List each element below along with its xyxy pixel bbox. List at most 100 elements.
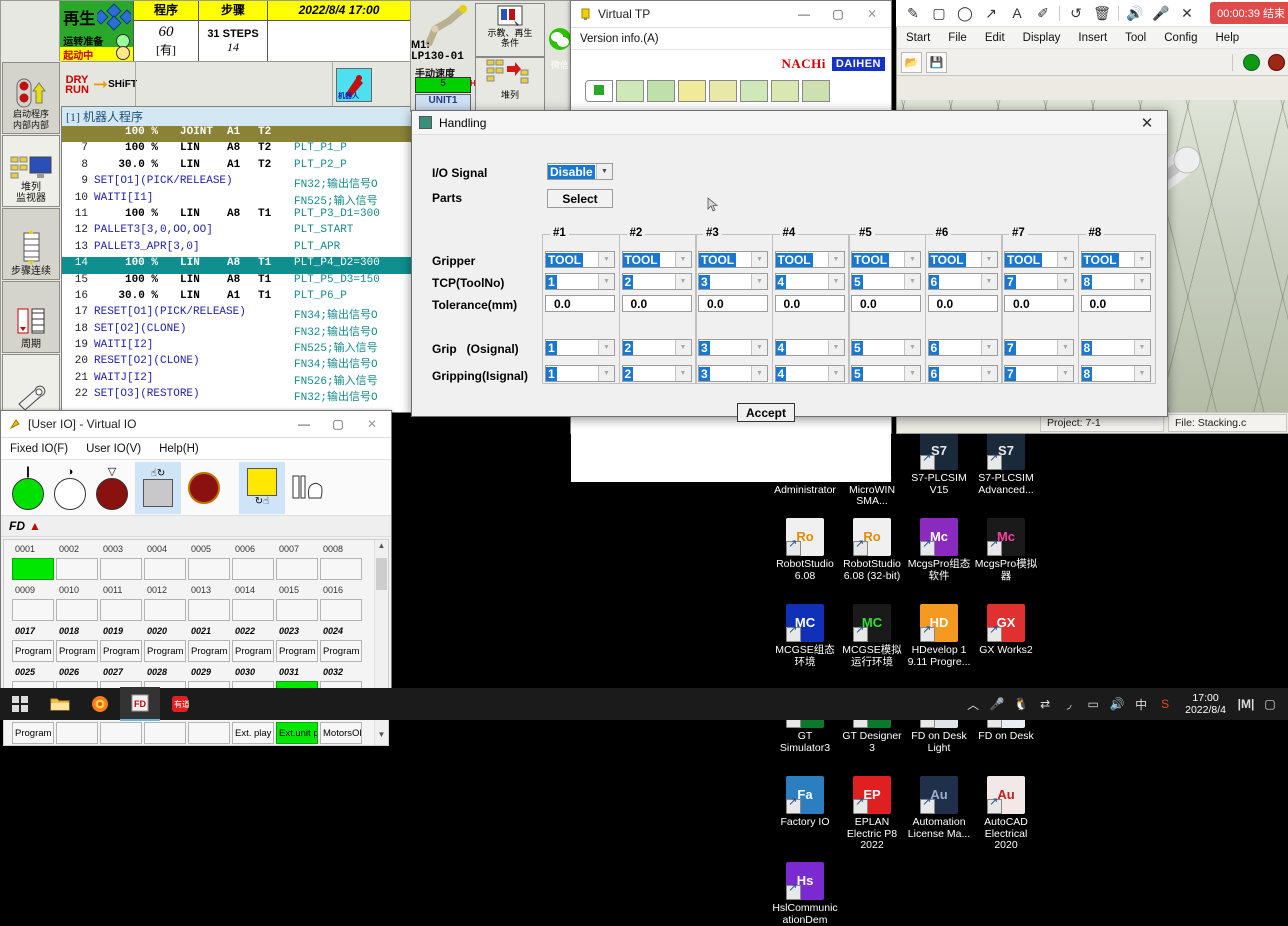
vio-maximize-button[interactable]: ▢ <box>321 412 355 437</box>
taskbar-clock[interactable]: 17:00 2022/8/4 <box>1177 692 1234 716</box>
virtual-io-titlebar[interactable]: [User IO] - Virtual IO — ▢ ✕ <box>1 411 391 438</box>
program-list[interactable]: [1] 机器人程序 100 % JOINT A1 T2 7 100 % LIN A8 T… <box>61 106 413 413</box>
menu-edit[interactable]: Edit <box>976 32 1014 44</box>
tcp-select-3[interactable]: 3 ▼ <box>698 273 768 290</box>
microphone-icon[interactable]: 🎤 <box>1148 1 1174 25</box>
shift-button[interactable]: ➞ SHiFT <box>93 62 137 107</box>
io-signal-button[interactable] <box>276 558 318 580</box>
open-folder-icon[interactable]: 📂 <box>901 51 922 73</box>
recording-timer[interactable]: 00:00:39 结束 <box>1210 2 1288 24</box>
program-row[interactable]: 8 30.0 % LIN A1 T2 PLT_P2_P <box>62 159 412 175</box>
io-signal-button[interactable] <box>100 558 142 580</box>
ellipse-icon[interactable]: ◯ <box>952 1 978 25</box>
io-signal-button[interactable] <box>144 558 186 580</box>
sogou-icon[interactable]: S <box>1153 688 1177 720</box>
io-signal-button[interactable] <box>56 722 98 744</box>
tp-unit-button[interactable]: UNIT1 <box>415 94 471 111</box>
desktop-icon-hsl-communication-icon[interactable]: HsHslCommunicationDem <box>772 862 838 926</box>
program-row[interactable]: 22 SET[O3](RESTORE) FN32;输出信号O <box>62 388 412 404</box>
desktop-icon-halcon-hdevelop-icon[interactable]: HDHDevelop 1 9.11 Progre... <box>906 604 972 668</box>
io-signal-button[interactable]: Program s <box>320 640 362 662</box>
tcp-select-8[interactable]: 8 ▼ <box>1080 273 1151 290</box>
vio-close-button[interactable]: ✕ <box>355 412 389 437</box>
minimize-button[interactable]: — <box>787 2 821 27</box>
tcp-select-2[interactable]: 2 ▼ <box>621 273 692 290</box>
grip-select-5[interactable]: 5 ▼ <box>851 339 921 356</box>
program-row[interactable]: 9 SET[O1](PICK/RELEASE) FN32;输出信号O <box>62 175 412 191</box>
tp-icon-2[interactable] <box>616 80 644 102</box>
desktop-icon-plcsim-advanced-icon[interactable]: S7S7-PLCSIM Advanced... <box>973 432 1039 496</box>
gripping-select-5[interactable]: 5 ▼ <box>851 365 921 382</box>
io-signal-button[interactable] <box>100 722 142 744</box>
io-signal-button[interactable] <box>232 599 274 621</box>
vio-minimize-button[interactable]: — <box>287 412 321 437</box>
io-signal-button[interactable] <box>188 722 230 744</box>
tolerance-input-1[interactable]: 0.0 <box>545 295 615 312</box>
gripper-select-3[interactable]: TOOL ▼ <box>698 251 768 268</box>
sidebar-item-start-internal[interactable]: 启动程序 内部内部 <box>2 62 60 134</box>
tolerance-input-5[interactable]: 0.0 <box>851 295 921 312</box>
dry-run-icon[interactable]: DRY RUN <box>61 62 93 107</box>
io-signal-button[interactable]: MotorsOFF <box>320 722 362 744</box>
gripper-select-1[interactable]: TOOL ▼ <box>545 251 615 268</box>
stack-button[interactable]: 堆列 <box>475 57 545 111</box>
gripping-select-2[interactable]: 2 ▼ <box>621 365 692 382</box>
close-button[interactable]: ✕ <box>855 2 889 27</box>
teach-playback-button[interactable]: ↻☝ <box>241 463 283 513</box>
tp-icon-6[interactable] <box>740 80 768 102</box>
grip-select-3[interactable]: 3 ▼ <box>698 339 768 356</box>
io-signal-button[interactable]: Program s <box>100 640 142 662</box>
tp-mode-indicator[interactable]: 再生 运转准备 起动中 <box>60 1 134 62</box>
handling-titlebar[interactable]: Handling ✕ <box>412 111 1167 135</box>
teach-playback-condition-button[interactable]: 示教、再生 条件 <box>475 3 545 57</box>
maximize-button[interactable]: ▢ <box>821 2 855 27</box>
tcp-select-6[interactable]: 6 ▼ <box>927 273 998 290</box>
ime-cn-icon[interactable]: 中 <box>1129 688 1153 720</box>
red-lamp-icon[interactable] <box>1268 53 1285 71</box>
tcp-select-1[interactable]: 1 ▼ <box>545 273 615 290</box>
io-signal-button[interactable] <box>56 558 98 580</box>
tolerance-input-3[interactable]: 0.0 <box>698 295 768 312</box>
emergency-stop-button[interactable] <box>183 463 225 513</box>
program-row[interactable]: 17 RESET[O1](PICK/RELEASE) FN34;输出信号O <box>62 306 412 322</box>
io-signal-button[interactable] <box>56 599 98 621</box>
gripping-select-6[interactable]: 6 ▼ <box>927 365 998 382</box>
grip-select-6[interactable]: 6 ▼ <box>927 339 998 356</box>
virtual-tp-titlebar[interactable]: Virtual TP — ▢ ✕ <box>571 1 891 28</box>
undo-icon[interactable]: ↺ <box>1063 1 1089 25</box>
desktop-icon-autocad-electrical-icon[interactable]: AuAutoCAD Electrical 2020 <box>973 776 1039 852</box>
tcp-select-7[interactable]: 7 ▼ <box>1004 273 1074 290</box>
grip-select-4[interactable]: 4 ▼ <box>774 339 845 356</box>
desktop-icon-robotstudio-32bit-icon[interactable]: RoRobotStudio 6.08 (32-bit) <box>839 518 905 582</box>
gripper-select-5[interactable]: TOOL ▼ <box>851 251 921 268</box>
gripping-select-4[interactable]: 4 ▼ <box>774 365 845 382</box>
text-icon[interactable]: A <box>1004 1 1030 25</box>
program-row[interactable]: 21 WAITJ[I2] FN526;输入信号 <box>62 372 412 388</box>
menu-user-io[interactable]: User IO(V) <box>77 443 150 455</box>
rectangle-icon[interactable]: ▢ <box>926 1 952 25</box>
tp-program-cell[interactable]: 程序 60 [有] <box>134 1 199 61</box>
gripping-select-3[interactable]: 3 ▼ <box>698 365 768 382</box>
io-signal-button[interactable] <box>144 599 186 621</box>
microphone-icon[interactable]: 🎤 <box>985 688 1009 720</box>
scroll-up-icon[interactable]: ▲ <box>375 541 388 555</box>
program-row[interactable]: 18 SET[O2](CLONE) FN32;输出信号O <box>62 323 412 339</box>
io-signal-button[interactable] <box>100 599 142 621</box>
grip-select-1[interactable]: 1 ▼ <box>545 339 615 356</box>
mi-icon[interactable]: |M| <box>1234 688 1258 720</box>
desktop-icon-factory-io-icon[interactable]: Fa Factory IO <box>772 776 838 829</box>
new-program-icon[interactable] <box>585 80 613 102</box>
menu-file[interactable]: File <box>939 32 976 44</box>
tcp-select-5[interactable]: 5 ▼ <box>851 273 921 290</box>
sidebar-item-stack-monitor[interactable]: 堆列 监视器 <box>2 135 60 207</box>
menu-version-info[interactable]: Version info.(A) <box>571 33 668 45</box>
io-signal-button[interactable]: Program s <box>56 640 98 662</box>
io-signal-button[interactable]: Ext.unit pl <box>276 722 318 744</box>
green-lamp-icon[interactable] <box>1243 53 1260 71</box>
network-transfer-icon[interactable]: ⇄ <box>1033 688 1057 720</box>
grip-select-7[interactable]: 7 ▼ <box>1004 339 1074 356</box>
io-signal-button[interactable]: Program s <box>276 640 318 662</box>
tolerance-input-6[interactable]: 0.0 <box>927 295 998 312</box>
pen-icon[interactable]: ✎ <box>900 1 926 25</box>
desktop-icon-eplan-icon[interactable]: EPEPLAN Electric P8 2022 <box>839 776 905 852</box>
